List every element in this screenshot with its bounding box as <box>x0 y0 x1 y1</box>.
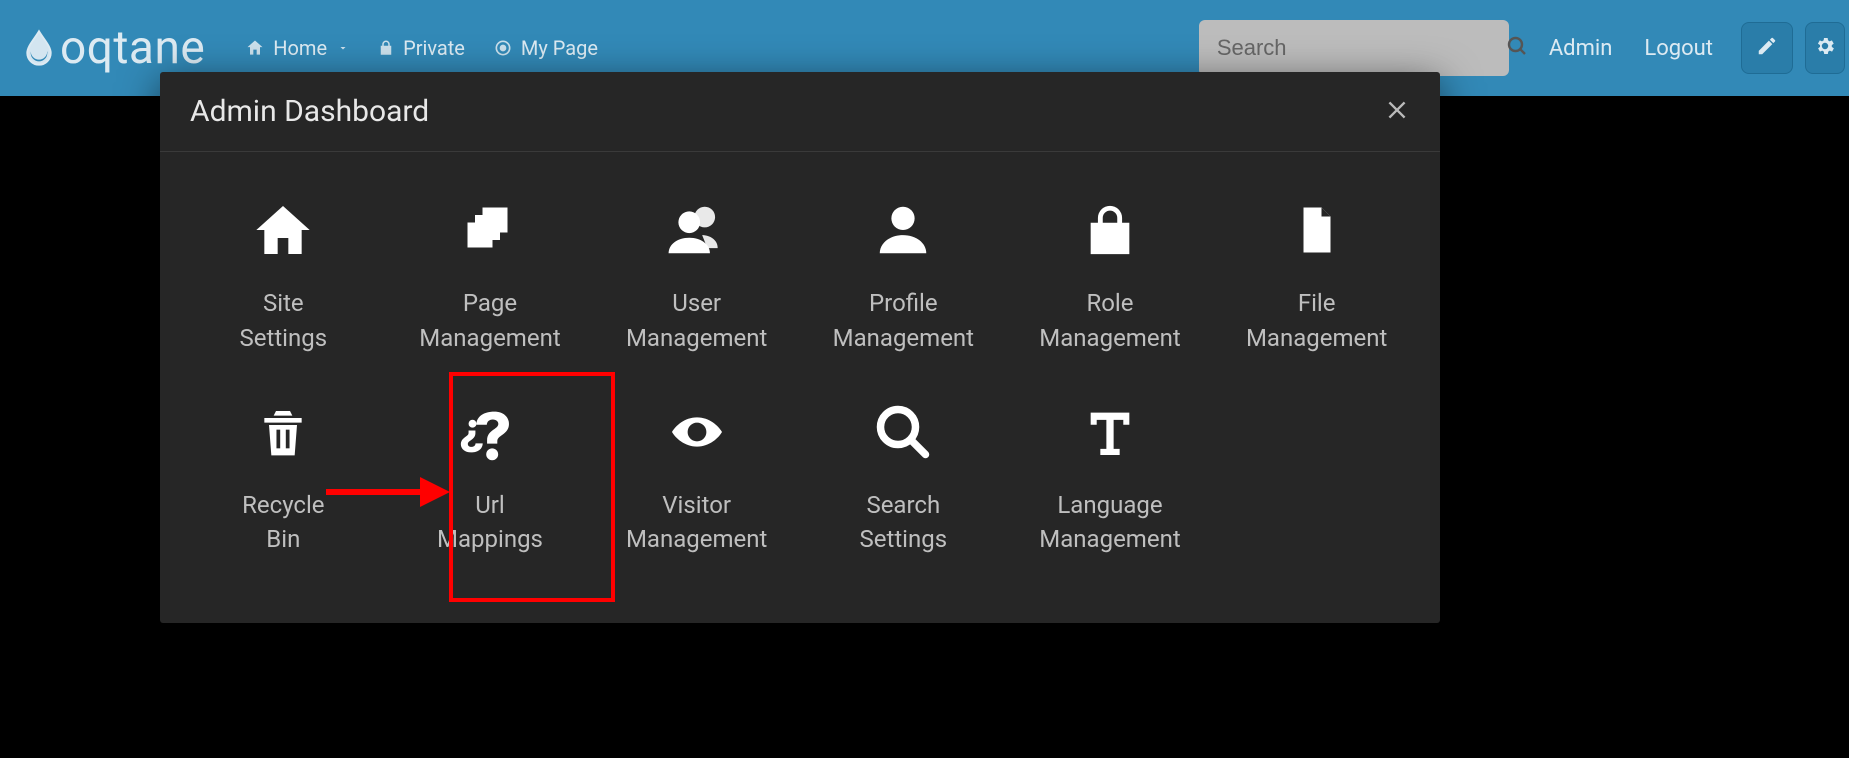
admin-link[interactable]: Admin <box>1549 36 1613 61</box>
tile-label: Recycle Bin <box>242 488 324 558</box>
search-box[interactable] <box>1199 20 1509 76</box>
tile-url-mappings[interactable]: Url Mappings <box>387 392 594 564</box>
trash-icon <box>255 398 311 466</box>
target-icon <box>493 38 513 58</box>
magnify-icon <box>873 398 933 466</box>
brand-name: oqtane <box>60 21 205 75</box>
tile-language-management[interactable]: Language Management <box>1007 392 1214 564</box>
tile-label: Profile Management <box>833 286 974 356</box>
home-icon <box>251 196 315 264</box>
tile-label: User Management <box>626 286 767 356</box>
tile-recycle-bin[interactable]: Recycle Bin <box>180 392 387 564</box>
tile-label: File Management <box>1246 286 1387 356</box>
modal-body: Site Settings Page Management User Manag… <box>160 152 1440 623</box>
tool-buttons <box>1741 22 1839 74</box>
question-icon <box>455 398 525 466</box>
logout-link[interactable]: Logout <box>1644 36 1713 61</box>
file-icon <box>1290 196 1344 264</box>
tile-search-settings[interactable]: Search Settings <box>800 392 1007 564</box>
edit-button[interactable] <box>1741 22 1793 74</box>
search-input[interactable] <box>1217 35 1505 61</box>
dashboard-grid: Site Settings Page Management User Manag… <box>180 190 1420 563</box>
user-icon <box>872 196 934 264</box>
nav-home-label: Home <box>273 36 327 60</box>
chevron-down-icon <box>337 42 349 54</box>
nav-mypage[interactable]: My Page <box>493 36 598 60</box>
empty-slot <box>1213 392 1420 564</box>
tile-label: Language Management <box>1039 488 1180 558</box>
tile-label: Site Settings <box>240 286 328 356</box>
nav-links: Home Private My Page <box>245 36 598 60</box>
lock-icon <box>377 39 395 57</box>
close-icon <box>1384 108 1410 127</box>
text-icon <box>1080 398 1140 466</box>
tile-role-management[interactable]: Role Management <box>1007 190 1214 362</box>
pages-icon <box>460 196 520 264</box>
modal-header: Admin Dashboard <box>160 72 1440 152</box>
tile-visitor-management[interactable]: Visitor Management <box>593 392 800 564</box>
settings-button[interactable] <box>1805 22 1845 74</box>
tile-site-settings[interactable]: Site Settings <box>180 190 387 362</box>
nav-home[interactable]: Home <box>245 36 349 60</box>
pencil-icon <box>1756 35 1778 61</box>
modal-title: Admin Dashboard <box>190 94 429 129</box>
tile-page-management[interactable]: Page Management <box>387 190 594 362</box>
tile-user-management[interactable]: User Management <box>593 190 800 362</box>
tile-label: Page Management <box>419 286 560 356</box>
tile-label: Role Management <box>1039 286 1180 356</box>
tile-file-management[interactable]: File Management <box>1213 190 1420 362</box>
tile-label: Visitor Management <box>626 488 767 558</box>
nav-private-label: Private <box>403 36 465 60</box>
auth-area: Admin Logout <box>1549 36 1713 61</box>
admin-dashboard-modal: Admin Dashboard Site Settings Page Manag… <box>160 72 1440 623</box>
brand-logo[interactable]: oqtane <box>18 18 205 78</box>
lock-icon <box>1081 196 1139 264</box>
tile-label: Url Mappings <box>437 488 543 558</box>
nav-private[interactable]: Private <box>377 36 465 60</box>
tile-profile-management[interactable]: Profile Management <box>800 190 1007 362</box>
search-icon[interactable] <box>1505 34 1529 62</box>
droplet-icon <box>18 18 60 78</box>
nav-mypage-label: My Page <box>521 36 598 60</box>
gear-icon <box>1814 35 1836 61</box>
home-icon <box>245 38 265 58</box>
tile-label: Search Settings <box>860 488 948 558</box>
eye-icon <box>664 398 730 466</box>
modal-close-button[interactable] <box>1384 97 1410 127</box>
users-icon <box>666 196 728 264</box>
